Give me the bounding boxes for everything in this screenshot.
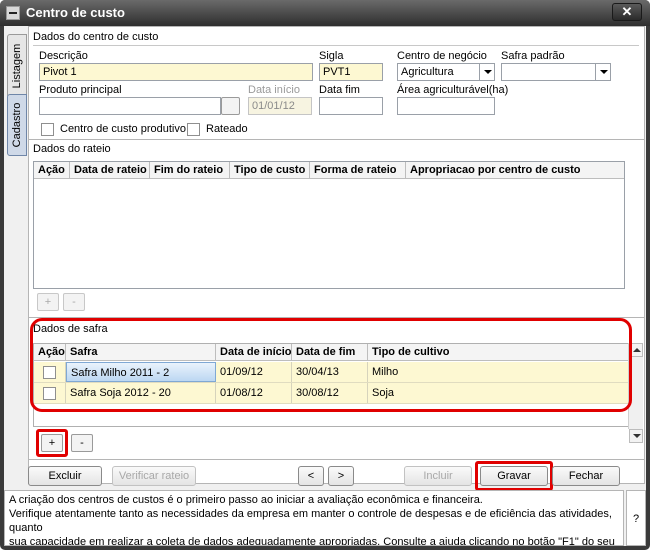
area-label: Área agriculturável(ha) [397, 84, 509, 96]
help-text-line-1: A criação dos centros de custos é o prim… [9, 494, 483, 506]
window-title: Centro de custo [26, 5, 125, 20]
sigla-input[interactable]: PVT1 [319, 63, 383, 81]
divider [33, 45, 639, 46]
tab-listagem[interactable]: Listagem [7, 34, 27, 98]
col-tipo-custo[interactable]: Tipo de custo [230, 162, 310, 179]
incluir-button[interactable]: Incluir [404, 466, 472, 486]
rateado-checkbox[interactable] [187, 123, 200, 136]
col-fim-rateio[interactable]: Fim do rateio [150, 162, 230, 179]
section-title-centro: Dados do centro de custo [33, 31, 159, 43]
main-panel: Dados do centro de custo Descrição Pivot… [28, 26, 645, 484]
data-inicio-label: Data início [248, 84, 300, 96]
data-fim-input[interactable] [319, 97, 383, 115]
excluir-button[interactable]: Excluir [28, 466, 102, 486]
tab-cadastro[interactable]: Cadastro [7, 94, 27, 156]
next-button[interactable]: > [328, 466, 354, 486]
rateio-add-button[interactable]: + [37, 293, 59, 311]
divider [29, 139, 644, 140]
produto-input[interactable] [39, 97, 221, 115]
highlight-safra [30, 318, 632, 412]
help-text-line-3: sua capacidade em realizar a coleta de d… [9, 536, 615, 546]
tab-cadastro-label: Cadastro [11, 102, 23, 148]
centro-negocio-select[interactable]: Agricultura [397, 63, 495, 81]
tab-listagem-label: Listagem [11, 43, 23, 89]
produtivo-label: Centro de custo produtivo [60, 123, 186, 135]
col-forma-rateio[interactable]: Forma de rateio [310, 162, 406, 179]
highlight-gravar [475, 461, 553, 491]
rateio-grid[interactable]: Ação Data de rateio Fim do rateio Tipo d… [33, 161, 625, 289]
title-bar[interactable]: Centro de custo ✕ [0, 0, 650, 26]
verificar-rateio-button[interactable]: Verificar rateio [112, 466, 196, 486]
safra-remove-button[interactable]: - [71, 434, 93, 452]
close-button[interactable]: ✕ [612, 3, 642, 21]
descricao-label: Descrição [39, 50, 88, 62]
chevron-down-icon[interactable] [479, 64, 494, 80]
centro-negocio-label: Centro de negócio [397, 50, 487, 62]
scroll-down-icon[interactable] [629, 429, 643, 443]
app-window: Centro de custo ✕ Listagem Cadastro Dado… [0, 0, 650, 550]
safra-padrao-label: Safra padrão [501, 50, 565, 62]
help-panel: A criação dos centros de custos é o prim… [4, 490, 624, 546]
highlight-add [36, 429, 68, 457]
rateio-grid-header: Ação Data de rateio Fim do rateio Tipo d… [34, 162, 624, 179]
sigla-label: Sigla [319, 50, 344, 62]
prev-button[interactable]: < [298, 466, 324, 486]
safra-padrao-select[interactable] [501, 63, 611, 81]
col-acao[interactable]: Ação [34, 162, 70, 179]
side-tabs: Listagem Cadastro [4, 26, 28, 486]
col-data-rateio[interactable]: Data de rateio [70, 162, 150, 179]
produto-lookup-button[interactable] [221, 97, 240, 115]
chevron-down-icon[interactable] [595, 64, 610, 80]
section-title-rateio: Dados do rateio [33, 143, 111, 155]
rateio-remove-button[interactable]: - [63, 293, 85, 311]
client-area: Listagem Cadastro Dados do centro de cus… [4, 26, 646, 546]
produtivo-checkbox[interactable] [41, 123, 54, 136]
data-fim-label: Data fim [319, 84, 360, 96]
rateado-label: Rateado [206, 123, 248, 135]
col-apropriacao[interactable]: Apropriacao por centro de custo [406, 162, 624, 179]
centro-negocio-value: Agricultura [401, 66, 454, 78]
divider [29, 459, 644, 460]
descricao-input[interactable]: Pivot 1 [39, 63, 313, 81]
system-menu-icon[interactable] [6, 6, 20, 20]
fechar-button[interactable]: Fechar [552, 466, 620, 486]
data-inicio-input: 01/01/12 [248, 97, 312, 115]
help-question-button[interactable]: ? [626, 490, 646, 546]
help-text-line-2: Verifique atentamente tanto as necessida… [9, 508, 612, 534]
produto-label: Produto principal [39, 84, 122, 96]
area-input[interactable] [397, 97, 495, 115]
